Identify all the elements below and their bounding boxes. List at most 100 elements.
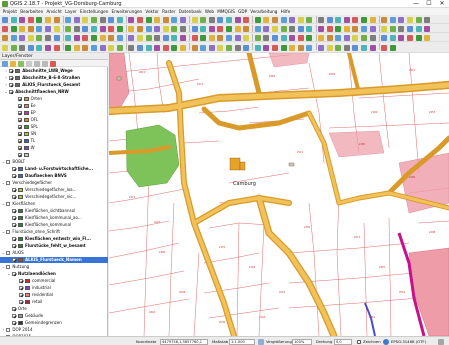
expand-toggle-icon[interactable]: › — [4, 68, 8, 74]
layer-row[interactable]: W — [0, 145, 108, 151]
select-icon[interactable] — [19, 25, 26, 32]
print-composer-icon[interactable] — [398, 16, 405, 23]
map-canvas[interactable]: Camburg 2012 2471 2483 2094 2106 2511 2453 2480… — [109, 53, 449, 336]
digitize-icon[interactable] — [10, 34, 17, 41]
layer-row[interactable]: ALKIS_Flurstueck_Namen — [0, 257, 108, 263]
georef-icon[interactable] — [191, 34, 198, 41]
layer-visibility-checkbox[interactable] — [12, 237, 16, 241]
add-postgis-icon[interactable] — [343, 34, 350, 41]
open-project-icon[interactable] — [10, 16, 17, 23]
add-vector-icon[interactable] — [407, 25, 413, 32]
cut-icon[interactable] — [208, 16, 215, 23]
identify-icon[interactable] — [208, 44, 215, 51]
add-raster-icon[interactable] — [415, 25, 422, 32]
add-raster-icon[interactable] — [254, 44, 261, 51]
new-project-icon[interactable] — [116, 44, 123, 51]
measure-icon[interactable] — [27, 25, 34, 32]
add-vector-icon[interactable] — [128, 16, 135, 23]
new-project-icon[interactable] — [2, 16, 8, 23]
messages-icon[interactable] — [438, 338, 444, 345]
plugin-icon[interactable] — [180, 25, 186, 32]
zoom-layer-icon[interactable] — [82, 16, 89, 23]
layer-visibility-checkbox[interactable] — [19, 300, 23, 304]
cut-icon[interactable] — [407, 34, 413, 41]
layer-visibility-checkbox[interactable] — [6, 251, 11, 255]
layer-row[interactable]: ⌄ ALKIS — [0, 250, 108, 256]
layer-row[interactable]: ⌄ Verschiedegefächer — [0, 180, 108, 186]
layer-visibility-checkbox[interactable] — [12, 209, 16, 213]
zoom-out-icon[interactable] — [263, 34, 270, 41]
maximize-button[interactable]: ☐ — [423, 0, 435, 8]
attribute-table-icon[interactable] — [234, 44, 241, 51]
layer-row[interactable]: Verschiedegefächer_nic... — [0, 194, 108, 200]
zoom-out-icon[interactable] — [180, 44, 186, 51]
add-postgis-icon[interactable] — [263, 44, 270, 51]
attribute-table-icon[interactable] — [398, 25, 405, 32]
layer-row[interactable]: SN — [0, 131, 108, 137]
statistics-icon[interactable] — [162, 34, 169, 41]
expand-toggle-icon[interactable]: ⌄ — [1, 159, 5, 165]
python-icon[interactable] — [389, 44, 396, 51]
move-feature-icon[interactable] — [99, 25, 106, 32]
field-calc-icon[interactable] — [335, 16, 342, 23]
layer-visibility-checkbox[interactable] — [17, 153, 22, 157]
pan-icon[interactable] — [326, 25, 333, 32]
digitize-icon[interactable] — [369, 34, 376, 41]
zoom-full-icon[interactable] — [73, 16, 80, 23]
zoom-layer-icon[interactable] — [361, 25, 367, 32]
paste-icon[interactable] — [65, 34, 72, 41]
menu-item-2[interactable]: Ansicht — [45, 8, 64, 15]
layer-row[interactable]: ⌄ Nutzlaendlöchen — [0, 271, 108, 277]
menu-item-6[interactable]: Vektor — [144, 8, 161, 15]
filter-legend-icon[interactable] — [26, 61, 32, 67]
undo-icon[interactable] — [234, 16, 241, 23]
redo-icon[interactable] — [243, 16, 250, 23]
processing-icon[interactable] — [36, 44, 43, 51]
node-tool-icon[interactable] — [389, 34, 396, 41]
delete-icon[interactable] — [200, 16, 207, 23]
processing-icon[interactable] — [200, 25, 207, 32]
zoom-full-icon[interactable] — [272, 34, 278, 41]
menu-item-9[interactable]: Web — [203, 8, 215, 15]
menu-item-13[interactable]: Hilfe — [279, 8, 292, 15]
menu-item-12[interactable]: Verarbeitung — [249, 8, 279, 15]
layer-row[interactable]: Land- u.Forstwirtschaftliche... — [0, 166, 108, 172]
layer-visibility-checkbox[interactable] — [19, 286, 23, 290]
layer-row[interactable]: Flurstücke_fehlt_w_besamt — [0, 243, 108, 249]
copy-icon[interactable] — [53, 34, 60, 41]
label-icon[interactable] — [91, 34, 97, 41]
bookmark-icon[interactable] — [297, 16, 304, 23]
move-feature-icon[interactable] — [19, 34, 26, 41]
measure-icon[interactable] — [226, 44, 232, 51]
python-icon[interactable] — [272, 16, 278, 23]
grass-icon[interactable] — [99, 44, 106, 51]
save-project-icon[interactable] — [217, 34, 224, 41]
new-project-icon[interactable] — [280, 25, 287, 32]
zoom-out-icon[interactable] — [65, 16, 72, 23]
add-postgis-icon[interactable] — [424, 25, 431, 32]
python-icon[interactable] — [191, 25, 198, 32]
refresh-icon[interactable] — [289, 16, 296, 23]
undo-icon[interactable] — [352, 44, 359, 51]
expand-toggle-icon[interactable]: › — [1, 327, 5, 333]
save-as-icon[interactable] — [389, 16, 396, 23]
refresh-icon[interactable] — [45, 44, 51, 51]
plugin-icon[interactable] — [381, 44, 388, 51]
select-icon[interactable] — [381, 25, 388, 32]
measure-icon[interactable] — [108, 16, 115, 23]
edit-toggle-icon[interactable] — [162, 16, 169, 23]
menu-item-1[interactable]: Bearbeiten — [19, 8, 45, 15]
add-vector-icon[interactable] — [243, 44, 250, 51]
print-composer-icon[interactable] — [234, 34, 241, 41]
print-composer-icon[interactable] — [36, 16, 43, 23]
layer-row[interactable]: Kiesflächen_kommunal_ao... — [0, 215, 108, 221]
layer-visibility-checkbox[interactable] — [9, 69, 14, 73]
layer-row[interactable]: residential — [0, 292, 108, 298]
move-feature-icon[interactable] — [180, 16, 186, 23]
layer-visibility-checkbox[interactable] — [6, 202, 11, 206]
identify-icon[interactable] — [91, 16, 97, 23]
layer-row[interactable]: ⌄ Abschnittflaechen_NRW — [0, 89, 108, 95]
georef-icon[interactable] — [108, 44, 115, 51]
layer-row[interactable]: › Abschnitte_B-6-8-Straßen — [0, 75, 108, 81]
save-project-icon[interactable] — [137, 44, 143, 51]
